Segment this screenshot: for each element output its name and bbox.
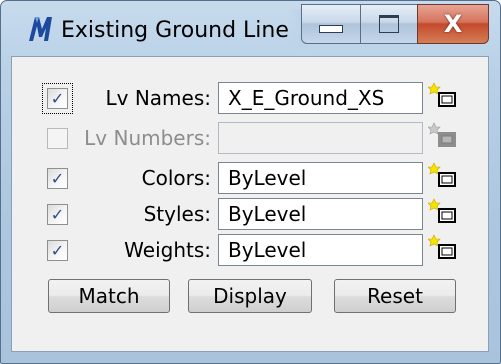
lv-numbers-label: Lv Numbers:: [84, 126, 211, 150]
check-icon: ✓: [50, 204, 65, 224]
check-icon: ✓: [50, 88, 65, 108]
weights-field[interactable]: ByLevel: [218, 234, 423, 266]
lv-numbers-pick-icon: [428, 122, 456, 147]
row-styles: ✓ Styles: ByLevel: [12, 198, 488, 230]
weights-checkbox[interactable]: ✓: [47, 240, 68, 261]
styles-field[interactable]: ByLevel: [218, 198, 423, 230]
window-title: Existing Ground Line: [61, 18, 289, 43]
check-icon: ✓: [50, 240, 65, 260]
colors-checkbox[interactable]: ✓: [47, 168, 68, 189]
weights-label: Weights:: [124, 238, 211, 262]
weights-pick-icon[interactable]: [428, 234, 462, 264]
colors-field[interactable]: ByLevel: [218, 162, 423, 194]
lv-names-label: Lv Names:: [105, 86, 212, 110]
reset-button[interactable]: Reset: [334, 279, 456, 313]
maximize-button[interactable]: [360, 4, 418, 44]
minimize-icon: [319, 25, 343, 33]
close-button[interactable]: X: [417, 4, 489, 44]
lv-numbers-checkbox[interactable]: [47, 128, 68, 149]
display-button[interactable]: Display: [188, 279, 312, 313]
lv-names-pick-icon[interactable]: [428, 82, 462, 112]
dialog-window: Existing Ground Line X ✓ Lv Names: X_E_G…: [0, 0, 501, 364]
row-lv-numbers: Lv Numbers:: [12, 122, 488, 154]
lv-names-checkbox[interactable]: ✓: [47, 88, 68, 109]
lv-numbers-field[interactable]: [218, 122, 423, 154]
styles-checkbox[interactable]: ✓: [47, 204, 68, 225]
styles-pick-icon[interactable]: [428, 198, 462, 228]
lv-names-field[interactable]: X_E_Ground_XS: [218, 82, 423, 114]
dialog-client-area: ✓ Lv Names: X_E_Ground_XS Lv Numbers: ✓ …: [11, 56, 489, 352]
maximize-icon: [379, 15, 399, 33]
check-icon: ✓: [50, 168, 65, 188]
close-icon: X: [443, 10, 463, 38]
styles-label: Styles:: [143, 202, 211, 226]
row-lv-names: ✓ Lv Names: X_E_Ground_XS: [12, 82, 488, 114]
minimize-button[interactable]: [301, 4, 361, 44]
match-button[interactable]: Match: [48, 279, 170, 313]
row-weights: ✓ Weights: ByLevel: [12, 234, 488, 266]
colors-pick-icon[interactable]: [428, 162, 462, 192]
row-colors: ✓ Colors: ByLevel: [12, 162, 488, 194]
colors-label: Colors:: [141, 166, 211, 190]
microstation-app-icon: [29, 17, 52, 41]
